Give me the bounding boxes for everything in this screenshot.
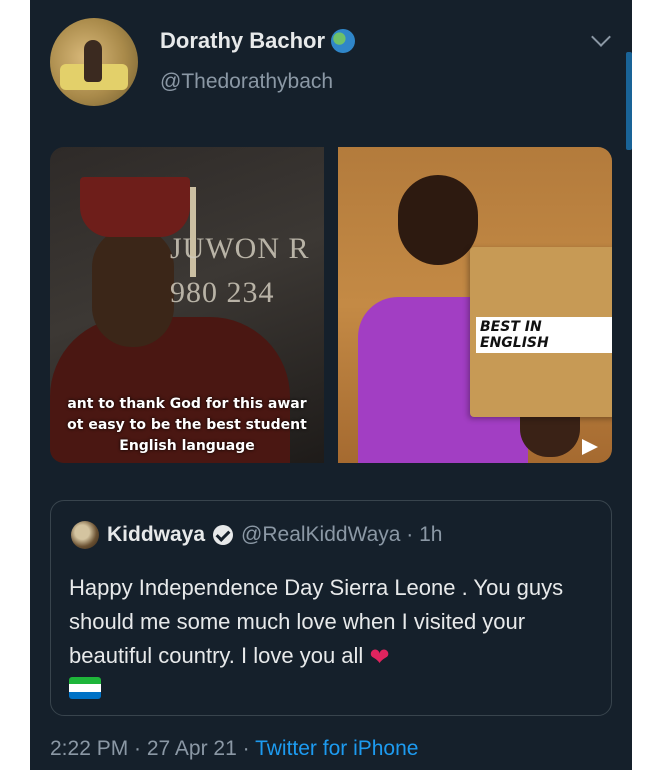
play-icon[interactable] bbox=[582, 439, 598, 455]
image-caption: ant to thank God for this awar ot easy t… bbox=[50, 394, 324, 457]
author-name-row: Dorathy Bachor bbox=[160, 28, 356, 54]
avatar-person bbox=[84, 40, 102, 82]
quoted-author-avatar bbox=[71, 521, 99, 549]
quoted-tweet-text: Happy Independence Day Sierra Leone . Yo… bbox=[69, 571, 589, 675]
flag-stripe-blue bbox=[69, 691, 101, 699]
verified-check-icon bbox=[213, 525, 234, 545]
quoted-author-handle: @RealKiddWaya · 1h bbox=[241, 523, 443, 546]
author-avatar[interactable] bbox=[50, 18, 138, 106]
image-board-text: JUWON R 980 234 bbox=[170, 227, 310, 315]
sierra-leone-flag-emoji bbox=[69, 677, 101, 699]
scrollbar[interactable] bbox=[626, 52, 632, 150]
caption-line: English language bbox=[119, 438, 255, 454]
quoted-tweet-header: Kiddwaya @RealKiddWaya · 1h bbox=[71, 521, 443, 549]
caption-line: ant to thank God for this awar bbox=[67, 396, 307, 412]
tweet-detail-panel: Dorathy Bachor @Thedorathybach JUWON R 9… bbox=[30, 0, 632, 770]
tweet-meta: 2:22 PM · 27 Apr 21 · Twitter for iPhone bbox=[50, 737, 418, 761]
image-face bbox=[92, 227, 174, 347]
media-image-graduation[interactable]: JUWON R 980 234 ant to thank God for thi… bbox=[50, 147, 324, 463]
caption-line: ot easy to be the best student bbox=[67, 417, 307, 433]
heart-emoji: ❤ bbox=[369, 644, 390, 671]
flag-stripe-green bbox=[69, 677, 101, 685]
quoted-tweet-body: Happy Independence Day Sierra Leone . Yo… bbox=[69, 575, 564, 668]
flag-stripe-white bbox=[69, 684, 101, 692]
board-line: 980 234 bbox=[170, 276, 275, 309]
quoted-tweet[interactable]: Kiddwaya @RealKiddWaya · 1h Happy Indepe… bbox=[50, 500, 612, 716]
quoted-author-name: Kiddwaya bbox=[107, 523, 206, 546]
tweet-media: JUWON R 980 234 ant to thank God for thi… bbox=[50, 147, 612, 463]
image-label: BEST IN ENGLISH bbox=[476, 317, 612, 353]
author-handle[interactable]: @Thedorathybach bbox=[160, 70, 333, 94]
tweet-timestamp[interactable]: 2:22 PM · 27 Apr 21 · bbox=[50, 737, 255, 760]
author-name[interactable]: Dorathy Bachor bbox=[160, 28, 325, 54]
verified-globe-icon bbox=[331, 29, 356, 53]
board-line: JUWON R bbox=[170, 232, 310, 265]
image-head bbox=[398, 175, 478, 265]
media-image-child[interactable]: BEST IN ENGLISH bbox=[338, 147, 612, 463]
tweet-source[interactable]: Twitter for iPhone bbox=[255, 737, 418, 760]
chevron-down-icon[interactable] bbox=[591, 27, 611, 47]
